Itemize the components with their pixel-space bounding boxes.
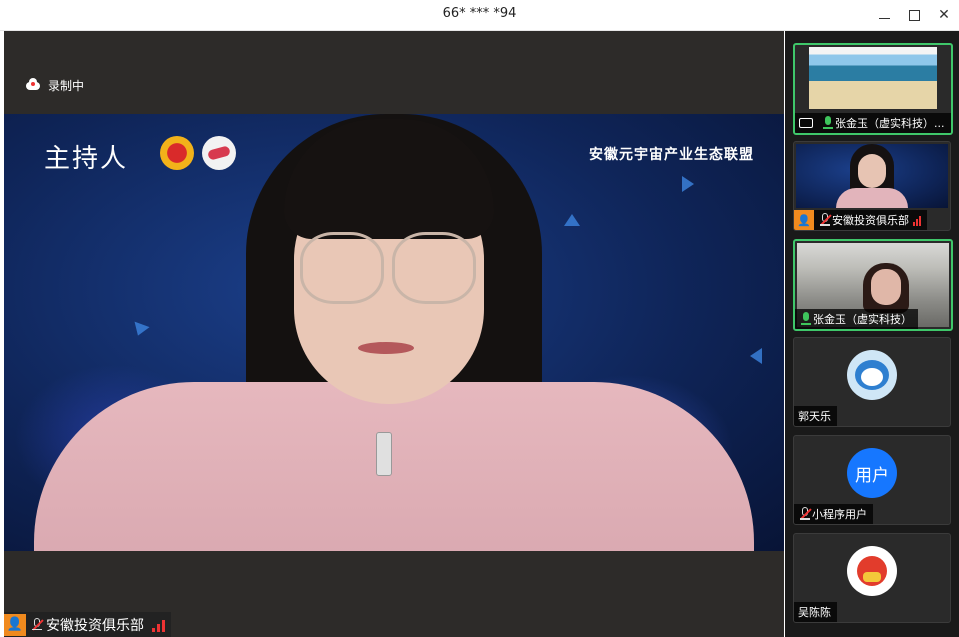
participant-name: 小程序用户: [812, 508, 867, 521]
speaker-name: 安徽投资俱乐部: [46, 617, 144, 634]
minimize-button[interactable]: [872, 4, 896, 26]
mic-muted-icon: [820, 213, 832, 227]
glasses-left: [300, 232, 384, 304]
user-avatar-icon: 👤: [794, 210, 814, 230]
participant-avatar: [847, 350, 897, 400]
participant-tile[interactable]: 用户 小程序用户: [793, 435, 951, 525]
logo-red-gold: [160, 136, 194, 170]
decor-triangle: [564, 214, 580, 226]
decor-triangle: [682, 176, 694, 192]
participant-tile[interactable]: 张金玉（虚实科技）: [793, 239, 953, 331]
participant-label: 郭天乐: [794, 406, 837, 426]
participant-tile[interactable]: 👤 安徽投资俱乐部: [793, 141, 951, 231]
participant-label: 👤 安徽投资俱乐部: [794, 210, 927, 230]
person-coat: [34, 382, 754, 551]
coat-zipper: [376, 432, 392, 476]
mic-on-icon: [823, 116, 833, 130]
participant-label: 吴陈陈: [794, 602, 837, 622]
screen-share-thumbnail: [809, 47, 937, 109]
signal-icon: [152, 618, 165, 632]
participant-tile[interactable]: 张金玉（虚实科技）...: [793, 43, 953, 135]
window-title: 66* *** *94: [442, 6, 517, 21]
participant-tile[interactable]: 吴陈陈: [793, 533, 951, 623]
title-bar: 66* *** *94 ✕: [0, 0, 959, 31]
video-alliance-text: 安徽元宇宙产业生态联盟: [589, 147, 754, 163]
close-icon: ✕: [938, 7, 950, 23]
logo-swoosh: [202, 136, 236, 170]
cloud-recording-icon: [26, 77, 40, 90]
maximize-button[interactable]: [902, 4, 926, 26]
video-host-text: 主持人: [44, 144, 129, 174]
recording-indicator: 录制中: [26, 77, 84, 94]
main-video-stage[interactable]: 录制中 主持人 安徽元宇宙产业生态联盟: [4, 31, 784, 637]
user-avatar-icon: 👤: [4, 613, 26, 636]
main-video: 主持人 安徽元宇宙产业生态联盟: [4, 114, 784, 551]
participant-panel[interactable]: 张金玉（虚实科技）... 👤 安徽投资俱乐部 张金玉（虚实科技） 郭天乐 用户 …: [785, 31, 959, 637]
participant-name: 张金玉（虚实科技）: [813, 313, 912, 326]
participant-avatar: [847, 546, 897, 596]
glasses-right: [392, 232, 476, 304]
close-button[interactable]: ✕: [932, 4, 956, 26]
participant-name: 郭天乐: [798, 410, 831, 423]
participant-label: 小程序用户: [794, 504, 873, 524]
screen-share-icon: [799, 118, 813, 128]
speaker-name-bar: 👤 安徽投资俱乐部: [4, 612, 171, 637]
participant-name: 张金玉（虚实科技）...: [835, 117, 945, 130]
minimize-icon: [878, 17, 890, 19]
mic-muted-icon: [32, 617, 44, 632]
participant-name: 吴陈陈: [798, 606, 831, 619]
maximize-icon: [908, 9, 920, 21]
participant-label: 张金玉（虚实科技）: [795, 309, 918, 329]
participant-name: 安徽投资俱乐部: [832, 214, 909, 227]
mic-on-icon: [801, 312, 811, 326]
participant-label: 张金玉（虚实科技）...: [795, 113, 951, 133]
video-thumbnail: [796, 144, 948, 208]
participant-avatar: 用户: [847, 448, 897, 498]
signal-icon: [913, 215, 921, 226]
person-lips: [358, 342, 414, 354]
decor-triangle: [130, 321, 150, 339]
decor-triangle: [750, 348, 762, 364]
mic-muted-icon: [800, 507, 812, 521]
participant-tile[interactable]: 郭天乐: [793, 337, 951, 427]
recording-label: 录制中: [48, 79, 85, 93]
